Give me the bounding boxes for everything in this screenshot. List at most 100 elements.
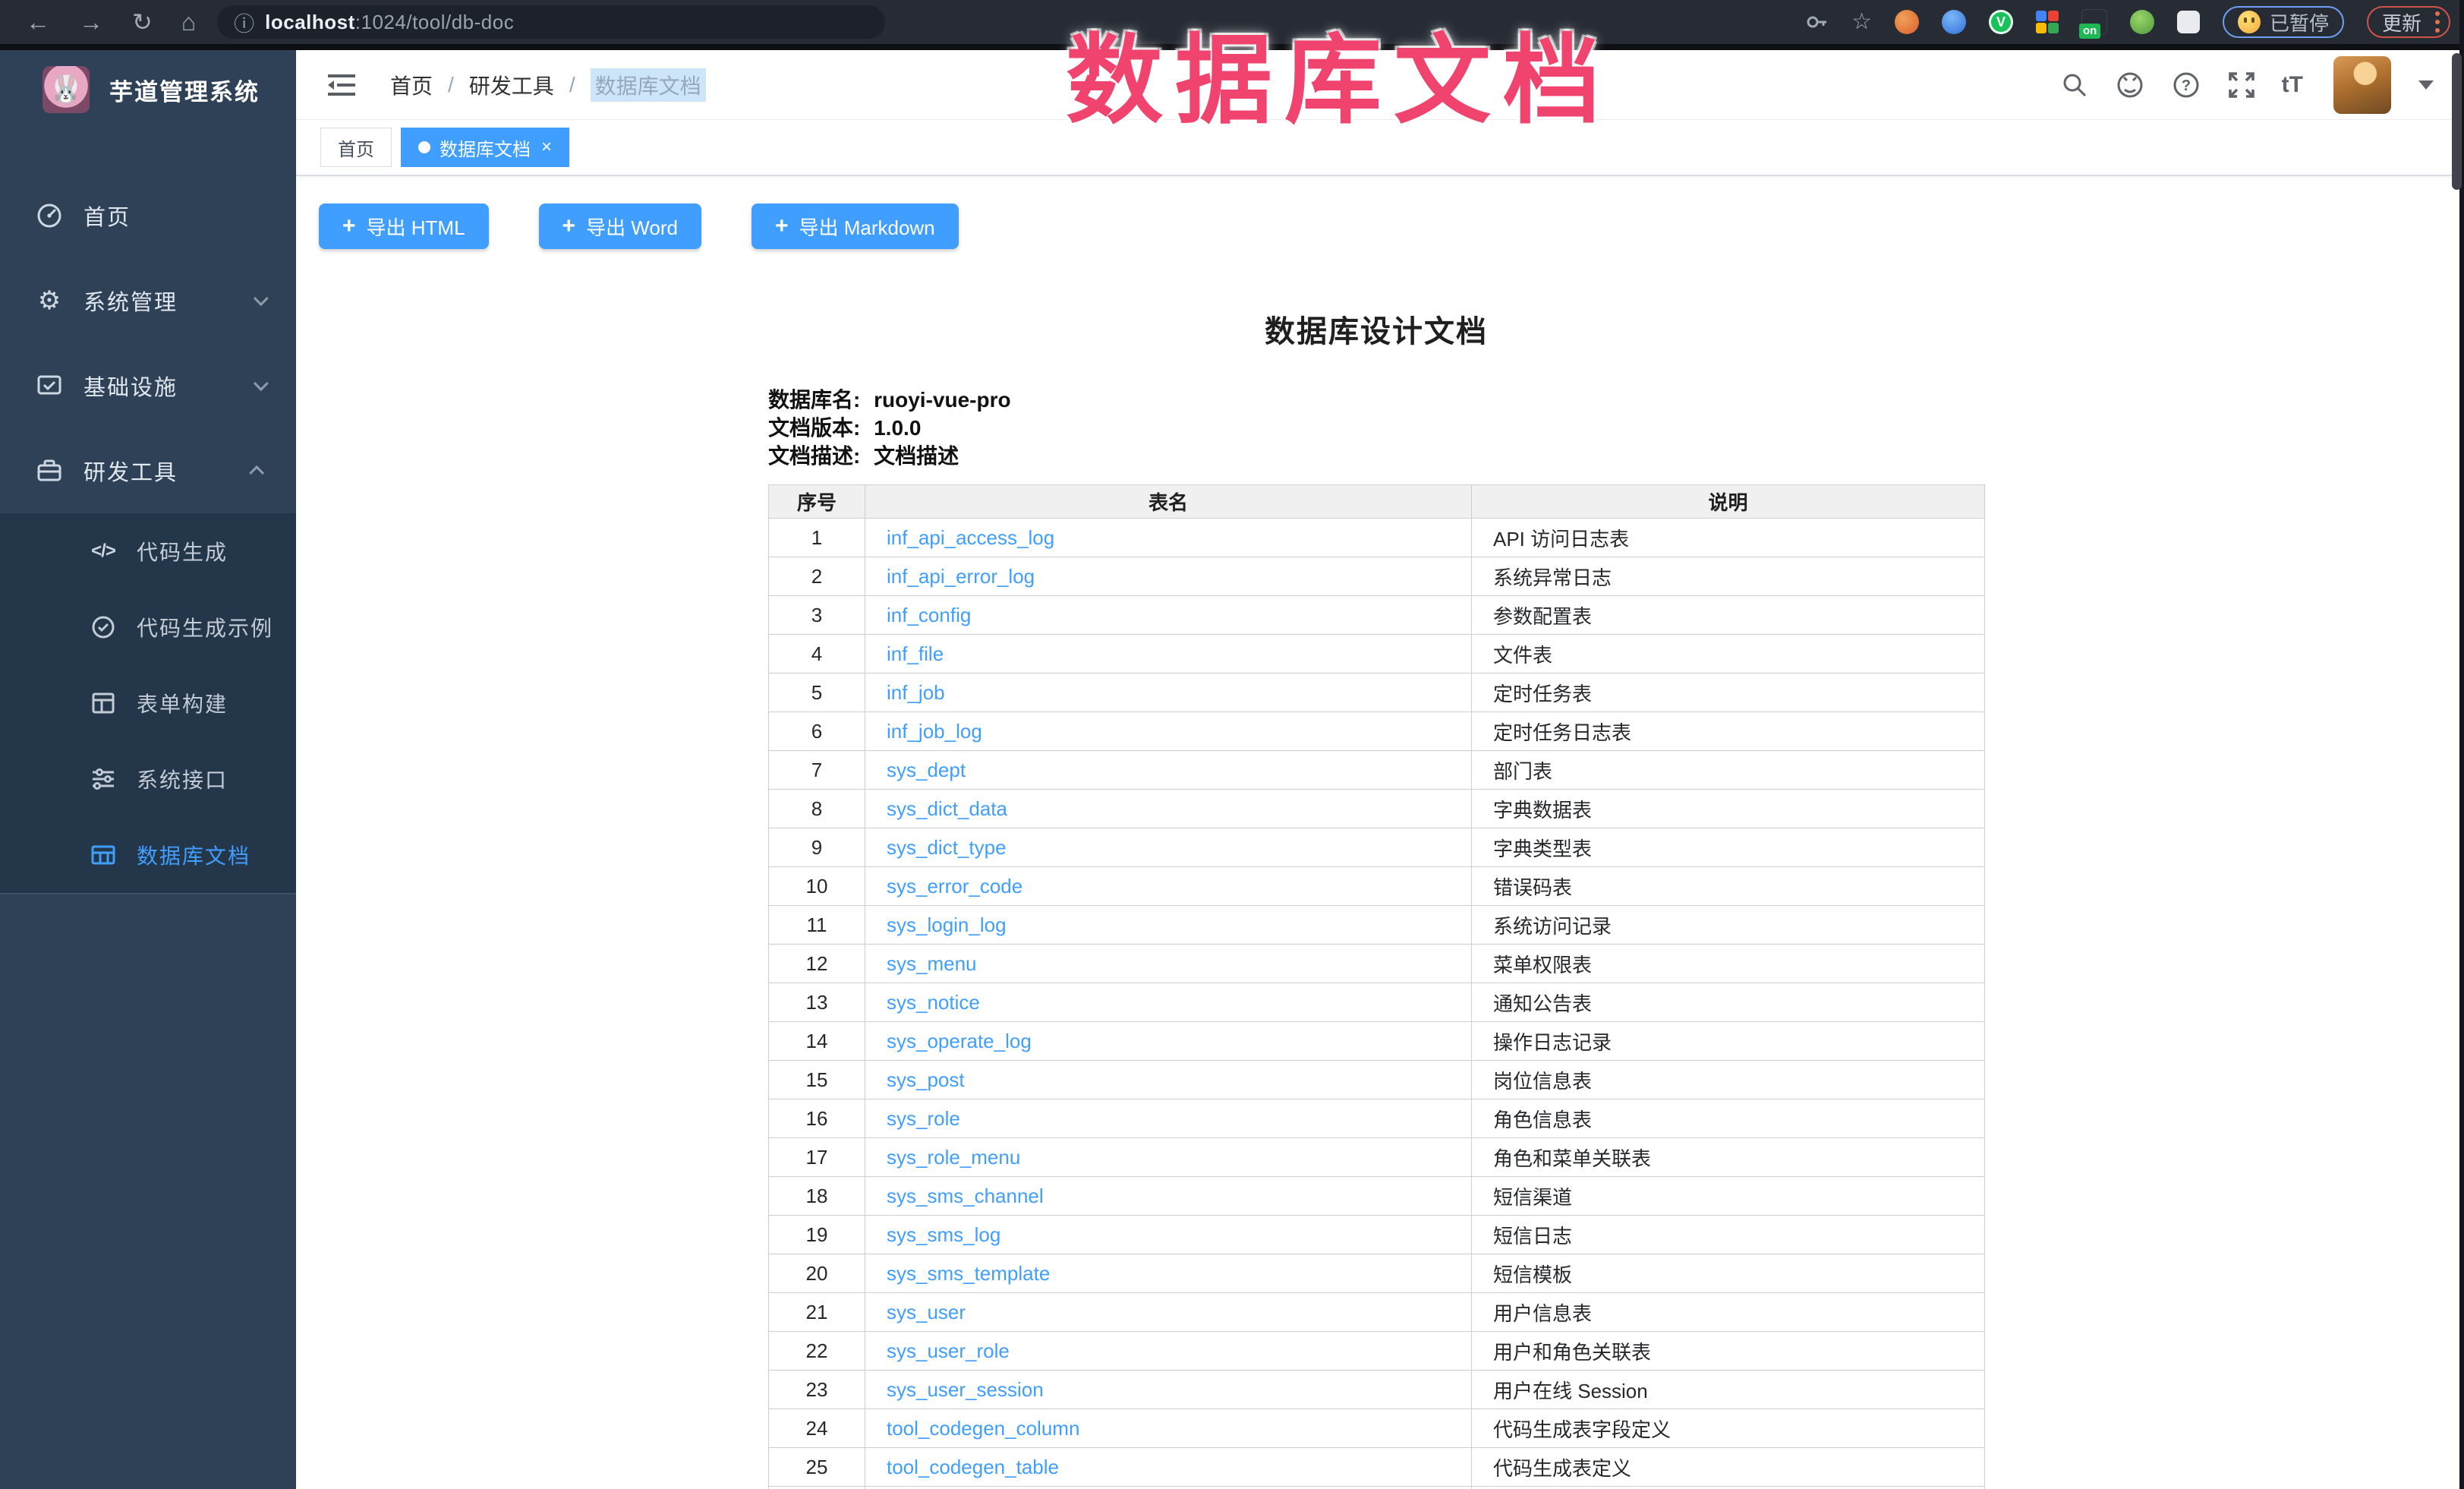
extension-icon[interactable] bbox=[2177, 11, 2200, 33]
github-icon[interactable] bbox=[2115, 70, 2145, 100]
table-desc-cell: 用户和角色关联表 bbox=[1472, 1332, 1985, 1371]
table-name-link[interactable]: sys_user_session bbox=[887, 1378, 1044, 1401]
table-name-link[interactable]: sys_sms_log bbox=[887, 1223, 1000, 1246]
table-name-link[interactable]: sys_sms_channel bbox=[887, 1185, 1044, 1207]
sidebar-item-system-api[interactable]: 系统接口 bbox=[0, 741, 296, 817]
table-row: 10 sys_error_code 错误码表 bbox=[769, 867, 1985, 906]
table-desc-cell: 字典数据表 bbox=[1472, 790, 1985, 828]
table-name-link[interactable]: tool_codegen_column bbox=[887, 1417, 1079, 1440]
table-desc-cell: 字典类型表 bbox=[1472, 828, 1985, 867]
table-name-link[interactable]: sys_error_code bbox=[887, 875, 1022, 898]
sidebar-item-form-builder[interactable]: 表单构建 bbox=[0, 665, 296, 741]
sidebar-item-codegen[interactable]: </> 代码生成 bbox=[0, 513, 296, 589]
browser-home-icon[interactable]: ⌂ bbox=[181, 10, 196, 34]
sidebar-item-devtools[interactable]: 研发工具 bbox=[0, 428, 296, 513]
row-number: 4 bbox=[769, 635, 865, 674]
table-row: 11 sys_login_log 系统访问记录 bbox=[769, 906, 1985, 945]
table-name-link[interactable]: inf_job_log bbox=[887, 720, 982, 743]
tab-db-doc[interactable]: 数据库文档 × bbox=[401, 128, 569, 167]
table-name-link[interactable]: sys_login_log bbox=[887, 913, 1007, 936]
user-avatar[interactable] bbox=[2333, 56, 2391, 114]
table-row: 9 sys_dict_type 字典类型表 bbox=[769, 828, 1985, 867]
row-number: 8 bbox=[769, 790, 865, 828]
table-name-link[interactable]: inf_api_error_log bbox=[887, 565, 1035, 588]
table-name-link[interactable]: sys_dict_type bbox=[887, 836, 1007, 859]
table-name-link[interactable]: tool_codegen_table bbox=[887, 1456, 1059, 1478]
extension-icon[interactable] bbox=[1942, 10, 1966, 34]
meta-label: 文档版本: bbox=[768, 416, 860, 440]
tab-home[interactable]: 首页 bbox=[320, 128, 392, 167]
table-name-link[interactable]: sys_role bbox=[887, 1107, 960, 1130]
extension-icon[interactable] bbox=[2130, 10, 2154, 34]
font-size-icon[interactable]: tT bbox=[2282, 72, 2303, 98]
table-name-link[interactable]: inf_file bbox=[887, 642, 944, 665]
sidebar-item-system[interactable]: ⚙ 系统管理 bbox=[0, 258, 296, 343]
meta-label: 文档描述: bbox=[768, 444, 860, 468]
key-icon[interactable] bbox=[1804, 10, 1829, 34]
table-name-link[interactable]: inf_config bbox=[887, 604, 971, 626]
browser-reload-icon[interactable]: ↻ bbox=[132, 10, 153, 34]
table-name-link[interactable]: sys_role_menu bbox=[887, 1146, 1020, 1169]
table-name-link[interactable]: sys_sms_template bbox=[887, 1262, 1050, 1285]
table-name-cell: inf_api_access_log bbox=[865, 519, 1472, 557]
table-name-link[interactable]: sys_user bbox=[887, 1301, 966, 1323]
plus-icon: + bbox=[775, 213, 789, 239]
screen: ← → ↻ ⌂ ⓘ localhost:1024/tool/db-doc ☆ V bbox=[0, 0, 2464, 1489]
search-icon[interactable] bbox=[2060, 71, 2089, 99]
extension-grid-icon[interactable] bbox=[2036, 11, 2059, 33]
help-icon[interactable]: ? bbox=[2171, 70, 2201, 100]
table-desc-cell: 代码生成表定义 bbox=[1472, 1448, 1985, 1487]
browser-forward-icon[interactable]: → bbox=[79, 10, 103, 34]
sidebar-item-db-doc[interactable]: 数据库文档 bbox=[0, 817, 296, 893]
table-name-link[interactable]: sys_user_role bbox=[887, 1339, 1010, 1362]
fullscreen-icon[interactable] bbox=[2227, 71, 2256, 99]
plus-icon: + bbox=[342, 213, 356, 239]
breadcrumb-devtools[interactable]: 研发工具 bbox=[469, 70, 554, 100]
table-name-link[interactable]: inf_api_access_log bbox=[887, 526, 1054, 549]
extension-on-icon[interactable]: on bbox=[2081, 9, 2107, 35]
table-name-link[interactable]: sys_operate_log bbox=[887, 1030, 1032, 1052]
extension-icon[interactable]: V bbox=[1989, 10, 2013, 34]
sidebar-item-infra[interactable]: 基础设施 bbox=[0, 343, 296, 428]
export-html-button[interactable]: + 导出 HTML bbox=[319, 203, 489, 249]
table-name-cell: sys_user bbox=[865, 1293, 1472, 1332]
sidebar-menu: 首页 ⚙ 系统管理 基础设施 bbox=[0, 173, 296, 894]
table-name-link[interactable]: sys_dept bbox=[887, 759, 966, 781]
site-info-icon[interactable]: ⓘ bbox=[234, 8, 254, 37]
browser-back-icon[interactable]: ← bbox=[26, 10, 50, 34]
table-name-link[interactable]: sys_dict_data bbox=[887, 797, 1007, 820]
close-icon[interactable]: × bbox=[541, 138, 552, 156]
profile-paused-chip[interactable]: 已暂停 bbox=[2223, 6, 2344, 38]
table-name-cell: inf_api_error_log bbox=[865, 557, 1472, 596]
table-desc-cell: 用户在线 Session bbox=[1472, 1371, 1985, 1409]
avatar-caret-icon[interactable] bbox=[2418, 80, 2434, 90]
table-name-link[interactable]: sys_menu bbox=[887, 952, 977, 975]
table-name-link[interactable]: sys_post bbox=[887, 1068, 965, 1091]
breadcrumb-home[interactable]: 首页 bbox=[390, 70, 433, 100]
address-bar[interactable]: ⓘ localhost:1024/tool/db-doc bbox=[217, 5, 885, 39]
meta-line: 文档版本: 1.0.0 bbox=[768, 414, 1011, 442]
tables-overview-table: 序号 表名 说明 1 inf_api_access_log API 访问日志表 bbox=[768, 484, 1985, 1489]
sidebar-collapse-icon[interactable] bbox=[326, 71, 357, 99]
sidebar-item-label: 代码生成 bbox=[137, 536, 228, 566]
sidebar-item-codegen-example[interactable]: 代码生成示例 bbox=[0, 589, 296, 665]
table-name-cell: inf_job bbox=[865, 674, 1472, 712]
browser-menu-icon[interactable] bbox=[2435, 11, 2440, 33]
table-desc-cell: 通知公告表 bbox=[1472, 983, 1985, 1022]
table-row: 25 tool_codegen_table 代码生成表定义 bbox=[769, 1448, 1985, 1487]
export-word-button[interactable]: + 导出 Word bbox=[539, 203, 701, 249]
app-logo[interactable]: 🐰 芋道管理系统 bbox=[0, 50, 296, 129]
paused-label: 已暂停 bbox=[2270, 8, 2329, 36]
table-row: 19 sys_sms_log 短信日志 bbox=[769, 1216, 1985, 1254]
scrollbar-thumb[interactable] bbox=[2452, 53, 2462, 190]
table-name-link[interactable]: inf_job bbox=[887, 681, 945, 704]
chrome-update-button[interactable]: 更新 bbox=[2367, 6, 2450, 38]
sidebar-item-home[interactable]: 首页 bbox=[0, 173, 296, 258]
table-row: 17 sys_role_menu 角色和菜单关联表 bbox=[769, 1138, 1985, 1177]
table-desc-cell: 短信渠道 bbox=[1472, 1177, 1985, 1216]
table-row: 7 sys_dept 部门表 bbox=[769, 751, 1985, 790]
export-markdown-button[interactable]: + 导出 Markdown bbox=[751, 203, 959, 249]
bookmark-star-icon[interactable]: ☆ bbox=[1851, 11, 1872, 33]
table-name-link[interactable]: sys_notice bbox=[887, 991, 980, 1014]
extension-icon[interactable] bbox=[1895, 10, 1919, 34]
